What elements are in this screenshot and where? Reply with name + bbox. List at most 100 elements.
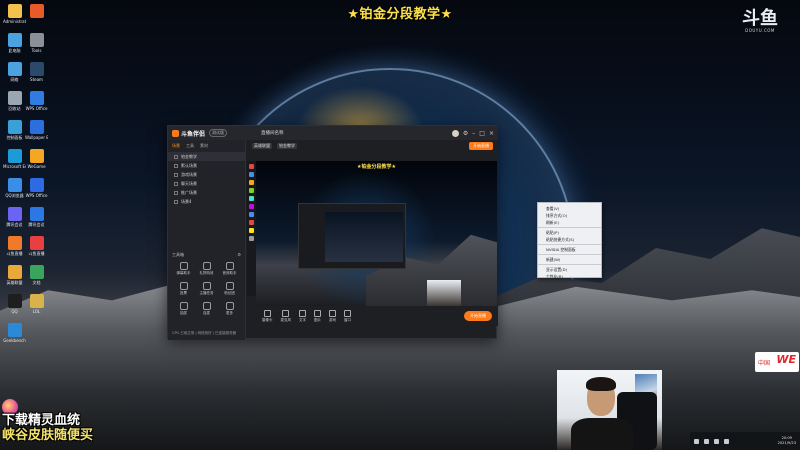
topic-tag[interactable]: 铂金教学: [277, 143, 297, 149]
source-icon[interactable]: [249, 228, 254, 233]
toolbox-item[interactable]: 连麦: [195, 302, 218, 316]
desktop-icon[interactable]: QQ: [3, 294, 26, 314]
desktop-icon[interactable]: 文档: [25, 265, 48, 285]
close-icon[interactable]: ×: [489, 130, 494, 137]
desktop-icon[interactable]: 网络: [3, 62, 26, 82]
source-icon[interactable]: [249, 188, 254, 193]
desktop-icon[interactable]: Geekbench: [3, 323, 26, 343]
tab-scenes[interactable]: 场景: [172, 143, 180, 149]
clock[interactable]: 20:09 2021/9/23: [778, 436, 796, 446]
context-menu-item[interactable]: 粘贴(P): [538, 229, 601, 236]
toolbox-item[interactable]: 弹幕助手: [172, 262, 195, 276]
checkbox-icon[interactable]: [174, 190, 178, 195]
context-menu-item[interactable]: 个性化(R): [538, 273, 601, 280]
source-icon[interactable]: [249, 236, 254, 241]
desktop-icon[interactable]: 斗鱼直播: [25, 236, 48, 256]
desktop-icon[interactable]: Microsoft Edge: [3, 149, 26, 169]
context-menu-item[interactable]: 新建(W): [538, 256, 601, 263]
source-icon[interactable]: [249, 164, 254, 169]
desktop-icon[interactable]: WPS Office: [25, 178, 48, 198]
toolbox-item[interactable]: 音效助手: [218, 262, 241, 276]
context-menu-item[interactable]: 排序方式(O): [538, 212, 601, 219]
checkbox-icon[interactable]: [174, 199, 178, 204]
checkbox-icon[interactable]: [174, 172, 178, 177]
scene-item[interactable]: 聊天场景: [168, 179, 245, 188]
volume-icon[interactable]: [714, 438, 719, 444]
source-icon[interactable]: [249, 204, 254, 209]
add-source-button[interactable]: 麦克风: [281, 309, 291, 323]
app-icon: [7, 33, 22, 47]
go-live-button[interactable]: 开始直播: [464, 311, 492, 321]
toolbox-settings-icon[interactable]: ⚙: [237, 252, 241, 258]
desktop-icon-label: QQ浏览器: [5, 193, 24, 198]
promo-line-2: 峡谷皮肤随便买: [2, 428, 94, 443]
desktop-icon[interactable]: 腾讯会议: [3, 207, 26, 227]
settings-icon[interactable]: ⚙: [463, 130, 468, 137]
desktop-icon[interactable]: Tools: [25, 33, 48, 53]
checkbox-icon[interactable]: [174, 181, 178, 186]
chevron-up-icon[interactable]: [694, 438, 699, 444]
source-icon[interactable]: [249, 180, 254, 185]
app-icon: [29, 294, 44, 308]
app-logo-icon: [172, 129, 179, 137]
scene-item[interactable]: 推广场景: [168, 188, 245, 197]
tool-icon: [202, 302, 211, 310]
scene-item[interactable]: 场景4: [168, 197, 245, 206]
category-tag[interactable]: 英雄联盟: [252, 143, 272, 149]
desktop-icon[interactable]: 英雄联盟: [3, 265, 26, 285]
checkbox-icon[interactable]: [174, 154, 178, 159]
desktop-icon[interactable]: 控制面板: [3, 120, 26, 140]
maximize-icon[interactable]: □: [479, 130, 485, 137]
desktop-icon[interactable]: [25, 4, 48, 19]
stream-name-field[interactable]: 直播间名称: [261, 130, 284, 136]
tab-tools[interactable]: 工具: [186, 143, 194, 149]
desktop-icon[interactable]: LOL: [25, 294, 48, 314]
network-icon[interactable]: [704, 438, 709, 444]
source-icon[interactable]: [249, 212, 254, 217]
scene-item[interactable]: 铂金教学: [168, 152, 245, 161]
desktop-icon[interactable]: 此电脑: [3, 33, 26, 53]
desktop-icon-label: Administrat: [3, 19, 26, 24]
desktop-icon[interactable]: Wallpaper Engine: [25, 120, 48, 140]
source-icon[interactable]: [249, 196, 254, 201]
source-icon[interactable]: [249, 172, 254, 177]
desktop-icon[interactable]: Administrat: [3, 4, 26, 24]
add-source-button[interactable]: 文字: [299, 309, 306, 323]
desktop-icon[interactable]: Steam: [25, 62, 48, 82]
desktop-icon[interactable]: WeGame: [25, 149, 48, 169]
window-title-bar[interactable]: 斗鱼伴侣 测试版 直播间名称 ⚙ – □ ×: [168, 126, 498, 140]
avatar[interactable]: [451, 129, 459, 137]
context-menu-item[interactable]: 查看(V): [538, 205, 601, 212]
checkbox-icon[interactable]: [174, 163, 178, 168]
toolbox-item[interactable]: 礼物特效: [195, 262, 218, 276]
scene-item[interactable]: 游戏场景: [168, 170, 245, 179]
live-companion-window[interactable]: 斗鱼伴侣 测试版 直播间名称 ⚙ – □ × 场景 工具 素材 铂金教学 默认场景…: [167, 125, 498, 340]
add-source-button[interactable]: 窗口: [344, 309, 351, 323]
toolbox-item[interactable]: 投票: [172, 282, 195, 296]
minimize-icon[interactable]: –: [472, 130, 475, 137]
app-icon: [29, 207, 44, 221]
context-menu-item[interactable]: 显示设置(D): [538, 266, 601, 273]
desktop-icon[interactable]: 回收站: [3, 91, 26, 111]
scene-item[interactable]: 默认场景: [168, 161, 245, 170]
go-live-button-top[interactable]: 开始直播: [469, 142, 493, 150]
toolbox-item[interactable]: 主播任务: [195, 282, 218, 296]
desktop-icon[interactable]: 斗鱼直播: [3, 236, 26, 256]
add-source-button[interactable]: 摄像头: [262, 309, 273, 323]
add-source-button[interactable]: 游戏: [329, 309, 336, 323]
context-menu-item[interactable]: NVIDIA 控制面板: [538, 246, 601, 253]
toolbox-item[interactable]: 更多: [218, 302, 241, 316]
desktop-icon-label: 斗鱼直播: [28, 251, 45, 256]
desktop-icon[interactable]: WPS Office: [25, 91, 48, 111]
context-menu-item[interactable]: 刷新(E): [538, 219, 601, 226]
tab-assets[interactable]: 素材: [200, 143, 208, 149]
context-menu-item[interactable]: 粘贴快捷方式(S): [538, 236, 601, 243]
toolbox-item[interactable]: 粉丝团: [218, 282, 241, 296]
input-method-icon[interactable]: [724, 438, 729, 444]
toolbox-item[interactable]: 抽奖: [172, 302, 195, 316]
desktop-icon[interactable]: QQ浏览器: [3, 178, 26, 198]
add-source-button[interactable]: 图片: [314, 309, 321, 323]
source-icon[interactable]: [249, 220, 254, 225]
desktop-icon[interactable]: 腾讯会议: [25, 207, 48, 227]
stream-preview[interactable]: ★铂金分段教学★: [256, 161, 497, 306]
